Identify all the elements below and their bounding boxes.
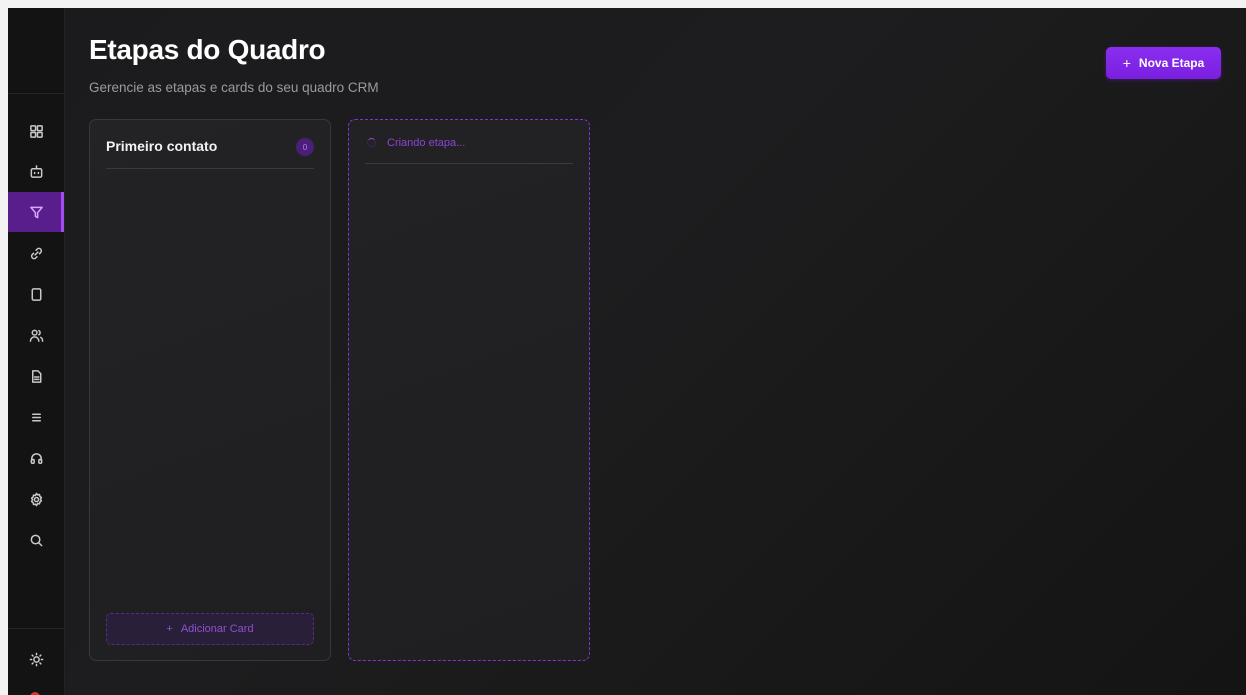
grid-icon (29, 124, 43, 138)
loading-spinner-icon (367, 138, 376, 147)
creating-stage-column: Criando etapa... (348, 119, 590, 661)
sidebar-item-list[interactable] (8, 397, 64, 437)
sun-icon (29, 652, 43, 666)
add-card-label: Adicionar Card (180, 623, 254, 635)
page-subtitle: Gerencie as etapas e cards do seu quadro… (89, 80, 379, 95)
stage-column: Primeiro contato 0 + Adicionar Card (89, 119, 331, 661)
card-count-badge: 0 (296, 138, 314, 156)
search-icon (30, 534, 42, 546)
sidebar-item-dashboard[interactable] (8, 111, 64, 151)
plus-icon: + (1122, 55, 1131, 71)
phone-icon (31, 287, 41, 301)
sidebar (8, 8, 65, 695)
sidebar-item-bots[interactable] (8, 151, 64, 191)
creating-stage-label: Criando etapa... (387, 137, 466, 149)
sidebar-divider (8, 628, 64, 629)
sidebar-item-funnel[interactable] (8, 192, 64, 232)
add-card-button[interactable]: + Adicionar Card (106, 613, 314, 645)
plus-icon: + (166, 623, 173, 635)
new-stage-button[interactable]: + Nova Etapa (1106, 47, 1221, 79)
bot-icon (30, 164, 42, 178)
settings-icon (30, 492, 42, 506)
link-icon (30, 247, 42, 259)
sidebar-item-documents[interactable] (8, 356, 64, 396)
creating-stage-header: Criando etapa... (365, 120, 573, 164)
new-stage-label: Nova Etapa (1138, 56, 1205, 70)
theme-toggle[interactable] (8, 639, 64, 679)
sidebar-item-search[interactable] (8, 520, 64, 560)
sidebar-item-links[interactable] (8, 233, 64, 273)
sidebar-item-devices[interactable] (8, 274, 64, 314)
headset-icon (30, 452, 42, 464)
sidebar-item-contacts[interactable] (8, 315, 64, 355)
app-frame: Etapas do Quadro Gerencie as etapas e ca… (8, 8, 1246, 695)
list-icon (31, 412, 41, 422)
sidebar-item-settings[interactable] (8, 479, 64, 519)
funnel-icon (29, 206, 43, 218)
stage-title: Primeiro contato (106, 138, 218, 154)
sidebar-logo-area (8, 8, 64, 94)
users-icon (29, 329, 43, 342)
page-title: Etapas do Quadro (89, 34, 326, 65)
stage-header: Primeiro contato 0 (106, 120, 314, 169)
file-icon (31, 369, 41, 383)
sidebar-item-support[interactable] (8, 438, 64, 478)
